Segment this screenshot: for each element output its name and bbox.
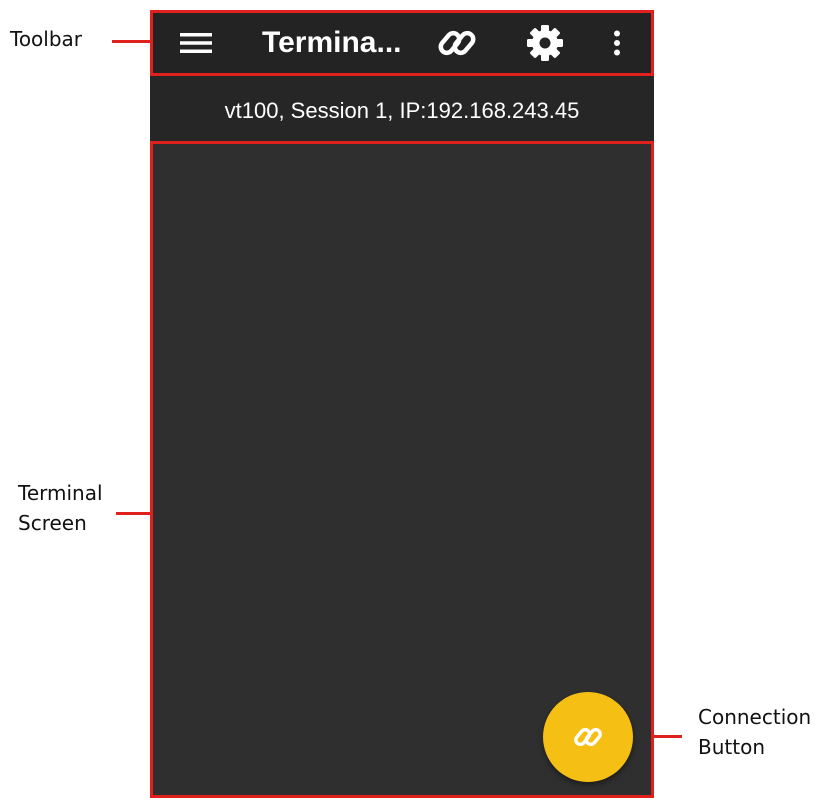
terminal-app: Termina... vt100, Session 1, IP:192.168.… — [150, 10, 654, 798]
toolbar: Termina... — [150, 10, 654, 76]
connection-callout-line-2: Button — [698, 735, 765, 759]
connection-callout-label: Connection Button — [698, 702, 811, 762]
toolbar-callout-label: Toolbar — [10, 27, 83, 51]
terminal-callout-line-1: Terminal — [18, 481, 103, 505]
more-options-button[interactable] — [600, 10, 634, 76]
terminal-callout-line — [116, 512, 152, 515]
menu-button[interactable] — [174, 10, 218, 76]
connect-toolbar-button[interactable] — [432, 10, 482, 76]
gear-icon — [527, 25, 563, 61]
settings-button[interactable] — [520, 10, 570, 76]
app-title: Termina... — [262, 26, 402, 59]
connection-callout-line-1: Connection — [698, 705, 812, 729]
toolbar-callout-line — [112, 40, 152, 43]
terminal-callout-label: Terminal Screen — [18, 478, 103, 538]
link-icon — [574, 727, 602, 747]
menu-icon — [180, 33, 212, 53]
more-vert-icon — [614, 30, 620, 56]
connection-button[interactable] — [543, 692, 633, 782]
link-icon — [438, 30, 476, 56]
session-info-bar: vt100, Session 1, IP:192.168.243.45 — [150, 76, 654, 142]
terminal-callout-line-2: Screen — [18, 511, 87, 535]
